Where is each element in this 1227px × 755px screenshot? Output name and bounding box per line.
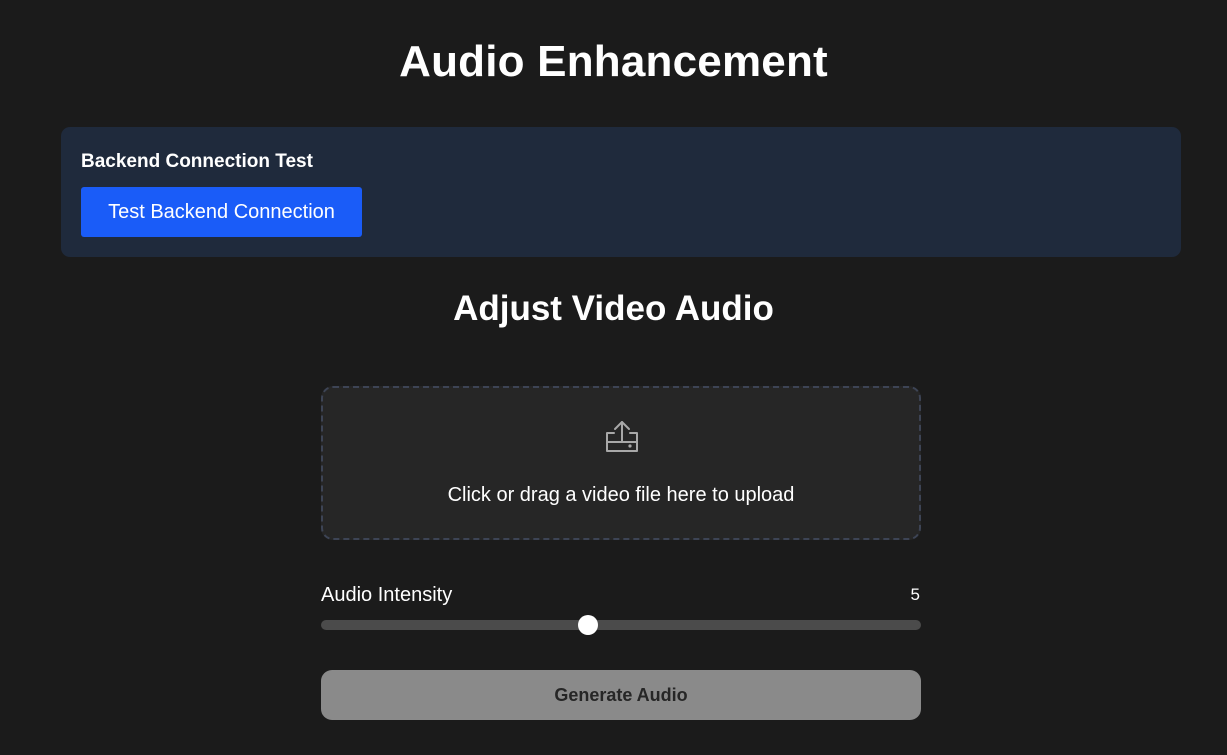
audio-intensity-slider-thumb[interactable]: [578, 615, 598, 635]
app-root: Audio Enhancement Backend Connection Tes…: [0, 0, 1227, 755]
upload-icon: [606, 421, 638, 452]
test-backend-connection-button[interactable]: Test Backend Connection: [81, 187, 362, 237]
video-upload-dropzone[interactable]: Click or drag a video file here to uploa…: [321, 386, 921, 540]
page-title: Audio Enhancement: [399, 37, 828, 86]
generate-audio-button[interactable]: Generate Audio: [321, 670, 921, 720]
adjust-section-title: Adjust Video Audio: [453, 289, 774, 328]
backend-connection-heading: Backend Connection Test: [81, 151, 313, 172]
audio-intensity-value: 5: [910, 585, 920, 604]
audio-intensity-slider[interactable]: [321, 615, 921, 635]
backend-connection-card: Backend Connection Test Test Backend Con…: [61, 127, 1181, 257]
audio-intensity-label: Audio Intensity: [321, 584, 453, 606]
upload-instructions: Click or drag a video file here to uploa…: [447, 484, 795, 506]
